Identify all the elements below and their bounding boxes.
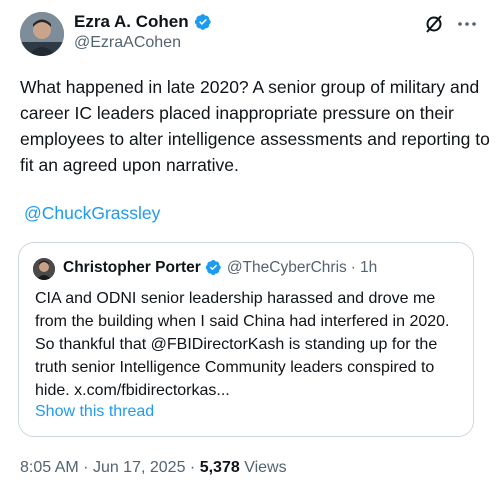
tweet-text: What happened in late 2020? A senior gro…: [20, 77, 490, 175]
author-name-row: Ezra A. Cohen: [74, 12, 212, 32]
quote-author-avatar[interactable]: [33, 258, 55, 280]
quote-author-handle[interactable]: @TheCyberChris: [227, 259, 347, 277]
footer-separator: ·: [83, 459, 89, 476]
quote-separator: ·: [350, 259, 356, 276]
mention-link[interactable]: @ChuckGrassley: [24, 203, 160, 224]
quote-author-name[interactable]: Christopher Porter: [63, 259, 201, 277]
tweet-footer: 8:05 AM · Jun 17, 2025 · 5,378 Views: [20, 459, 287, 477]
quote-time[interactable]: 1h: [360, 259, 377, 277]
verified-badge-icon: [194, 13, 212, 31]
tweet-card: Ezra A. Cohen @EzraACohen What happened …: [0, 0, 500, 491]
author-name[interactable]: Ezra A. Cohen: [74, 12, 189, 32]
quote-header: Christopher Porter @TheCyberChris · 1h: [63, 259, 377, 277]
more-horizontal-icon[interactable]: [456, 14, 478, 34]
author-handle[interactable]: @EzraACohen: [74, 34, 181, 52]
quote-text: CIA and ODNI senior leadership harassed …: [35, 290, 450, 399]
author-avatar[interactable]: [20, 12, 64, 56]
post-date[interactable]: Jun 17, 2025: [93, 459, 186, 476]
quoted-tweet[interactable]: Christopher Porter @TheCyberChris · 1h C…: [18, 242, 474, 437]
footer-separator: ·: [189, 459, 196, 476]
views-label: Views: [244, 459, 287, 476]
verified-badge-icon: [205, 259, 223, 277]
views-count: 5,378: [199, 459, 240, 476]
show-thread-link[interactable]: Show this thread: [35, 403, 154, 421]
grok-icon[interactable]: [424, 14, 444, 34]
post-time[interactable]: 8:05 AM: [20, 459, 79, 476]
